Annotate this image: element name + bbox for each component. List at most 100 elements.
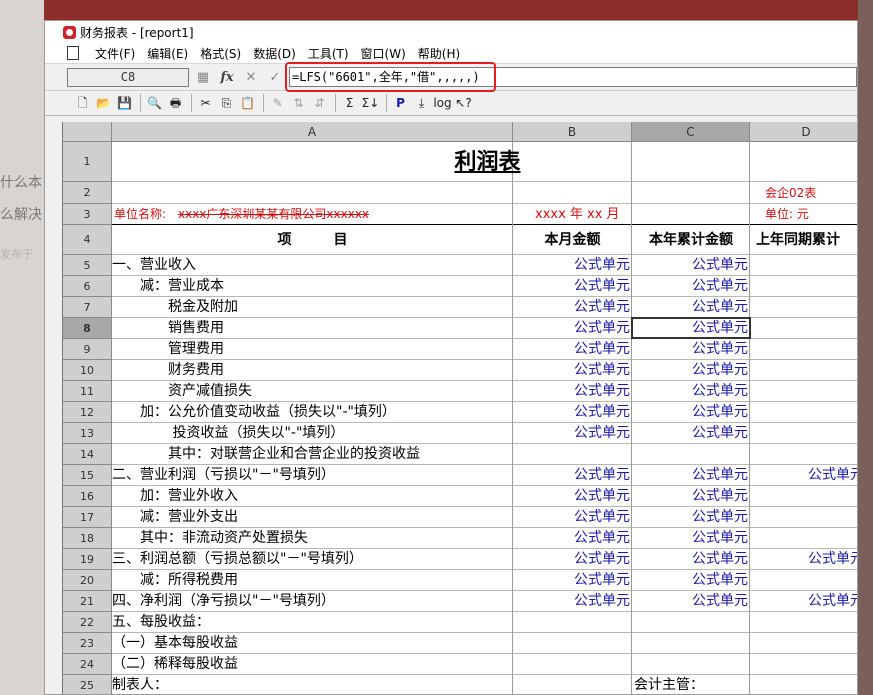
- column-header-b[interactable]: B: [513, 122, 632, 142]
- row-11-item[interactable]: 资产减值损失: [112, 381, 513, 402]
- row-18-item[interactable]: 其中：非流动资产处置损失: [112, 528, 513, 549]
- form-code-label[interactable]: 会企02表: [765, 182, 857, 204]
- row-11-ytd[interactable]: 公式单元: [632, 381, 750, 402]
- row-header-1[interactable]: 1: [63, 142, 112, 182]
- row-header-21[interactable]: 21: [63, 591, 112, 612]
- row-16-month[interactable]: 公式单元: [513, 486, 632, 507]
- copy-icon[interactable]: ⎘: [217, 94, 236, 113]
- row-header-16[interactable]: 16: [63, 486, 112, 507]
- cut-icon[interactable]: ✂: [196, 94, 215, 113]
- row-22-month[interactable]: [513, 612, 632, 633]
- cell-reference-box[interactable]: C8: [67, 67, 189, 87]
- row-16-item[interactable]: 加：营业外收入: [112, 486, 513, 507]
- row-header-9[interactable]: 9: [63, 339, 112, 360]
- row-header-22[interactable]: 22: [63, 612, 112, 633]
- row-header-25[interactable]: 25: [63, 675, 112, 694]
- format-painter-icon[interactable]: ✎: [268, 94, 287, 113]
- row-22-prior[interactable]: [750, 612, 857, 633]
- sheet-corner[interactable]: [63, 122, 112, 142]
- row-14-month[interactable]: [513, 444, 632, 465]
- row-9-ytd[interactable]: 公式单元: [632, 339, 750, 360]
- row-header-10[interactable]: 10: [63, 360, 112, 381]
- row-15-prior[interactable]: 公式单元: [750, 465, 857, 486]
- row-6-month[interactable]: 公式单元: [513, 276, 632, 297]
- row-header-7[interactable]: 7: [63, 297, 112, 318]
- row-21-ytd[interactable]: 公式单元: [632, 591, 750, 612]
- row-5-month[interactable]: 公式单元: [513, 255, 632, 276]
- row-18-ytd[interactable]: 公式单元: [632, 528, 750, 549]
- column-title-ytd[interactable]: 本年累计金额: [632, 225, 750, 255]
- row-25-prior[interactable]: [750, 675, 857, 694]
- sum-down-icon[interactable]: Σ↓: [361, 94, 380, 113]
- row-7-prior[interactable]: [750, 297, 857, 318]
- row-11-month[interactable]: 公式单元: [513, 381, 632, 402]
- row-19-prior[interactable]: 公式单元: [750, 549, 857, 570]
- new-icon[interactable]: 🗋: [73, 94, 92, 113]
- row-23-month[interactable]: [513, 633, 632, 654]
- row-18-month[interactable]: 公式单元: [513, 528, 632, 549]
- row-18-prior[interactable]: [750, 528, 857, 549]
- row-8-prior[interactable]: [750, 318, 857, 339]
- company-name-prefix[interactable]: 单位名称:: [114, 204, 180, 225]
- row-24-month[interactable]: [513, 654, 632, 675]
- row-21-prior[interactable]: 公式单元: [750, 591, 857, 612]
- row-8-month[interactable]: 公式单元: [513, 318, 632, 339]
- row-20-item[interactable]: 减：所得税费用: [112, 570, 513, 591]
- row-header-14[interactable]: 14: [63, 444, 112, 465]
- row-14-prior[interactable]: [750, 444, 857, 465]
- company-name[interactable]: xxxx广东深圳某某有限公司xxxxxx: [178, 204, 498, 225]
- row-header-24[interactable]: 24: [63, 654, 112, 675]
- row-8-item[interactable]: 销售费用: [112, 318, 513, 339]
- row-10-ytd[interactable]: 公式单元: [632, 360, 750, 381]
- row-header-8[interactable]: 8: [63, 318, 112, 339]
- period-label[interactable]: xxxx 年 xx 月: [535, 204, 651, 225]
- row-7-month[interactable]: 公式单元: [513, 297, 632, 318]
- function-icon[interactable]: fx: [217, 68, 237, 87]
- row-10-month[interactable]: 公式单元: [513, 360, 632, 381]
- row-24-ytd[interactable]: [632, 654, 750, 675]
- row-header-12[interactable]: 12: [63, 402, 112, 423]
- row-15-month[interactable]: 公式单元: [513, 465, 632, 486]
- column-title-prior[interactable]: 上年同期累计: [750, 225, 857, 255]
- document-icon[interactable]: [67, 46, 79, 60]
- sum-icon[interactable]: Σ: [340, 94, 359, 113]
- row-9-item[interactable]: 管理费用: [112, 339, 513, 360]
- row-6-prior[interactable]: [750, 276, 857, 297]
- row-14-ytd[interactable]: [632, 444, 750, 465]
- row-13-month[interactable]: 公式单元: [513, 423, 632, 444]
- row-12-month[interactable]: 公式单元: [513, 402, 632, 423]
- row-13-ytd[interactable]: 公式单元: [632, 423, 750, 444]
- row-header-18[interactable]: 18: [63, 528, 112, 549]
- row-13-prior[interactable]: [750, 423, 857, 444]
- formula-input[interactable]: =LFS("6601",全年,"借",,,,,): [285, 62, 857, 92]
- row-header-4[interactable]: 4: [63, 225, 112, 255]
- row-12-item[interactable]: 加：公允价值变动收益（损失以"-"填列）: [112, 402, 513, 423]
- sort-asc-icon[interactable]: ⇅: [289, 94, 308, 113]
- row-10-item[interactable]: 财务费用: [112, 360, 513, 381]
- row-19-item[interactable]: 三、利润总额（亏损总额以"－"号填列）: [112, 549, 513, 570]
- column-header-a[interactable]: A: [112, 122, 513, 142]
- row-22-ytd[interactable]: [632, 612, 750, 633]
- row-15-item[interactable]: 二、营业利润（亏损以"－"号填列）: [112, 465, 513, 486]
- menu-help[interactable]: 帮助(H): [412, 45, 466, 62]
- confirm-icon[interactable]: ✓: [265, 68, 285, 87]
- insert-icon[interactable]: ⤓: [412, 94, 431, 113]
- row-header-19[interactable]: 19: [63, 549, 112, 570]
- menu-edit[interactable]: 编辑(E): [141, 45, 194, 62]
- row-header-15[interactable]: 15: [63, 465, 112, 486]
- print-icon[interactable]: 🖶: [166, 94, 185, 113]
- paste-icon[interactable]: 📋: [238, 94, 257, 113]
- menu-window[interactable]: 窗口(W): [355, 45, 412, 62]
- row-header-20[interactable]: 20: [63, 570, 112, 591]
- row-17-ytd[interactable]: 公式单元: [632, 507, 750, 528]
- column-header-d[interactable]: D: [750, 122, 857, 142]
- menu-data[interactable]: 数据(D): [247, 45, 302, 62]
- row-9-prior[interactable]: [750, 339, 857, 360]
- row-5-ytd[interactable]: 公式单元: [632, 255, 750, 276]
- row-21-month[interactable]: 公式单元: [513, 591, 632, 612]
- row-header-17[interactable]: 17: [63, 507, 112, 528]
- calculator-icon[interactable]: ▦: [193, 68, 213, 87]
- open-icon[interactable]: 📂: [94, 94, 113, 113]
- row-7-ytd[interactable]: 公式单元: [632, 297, 750, 318]
- row-22-item[interactable]: 五、每股收益：: [112, 612, 513, 633]
